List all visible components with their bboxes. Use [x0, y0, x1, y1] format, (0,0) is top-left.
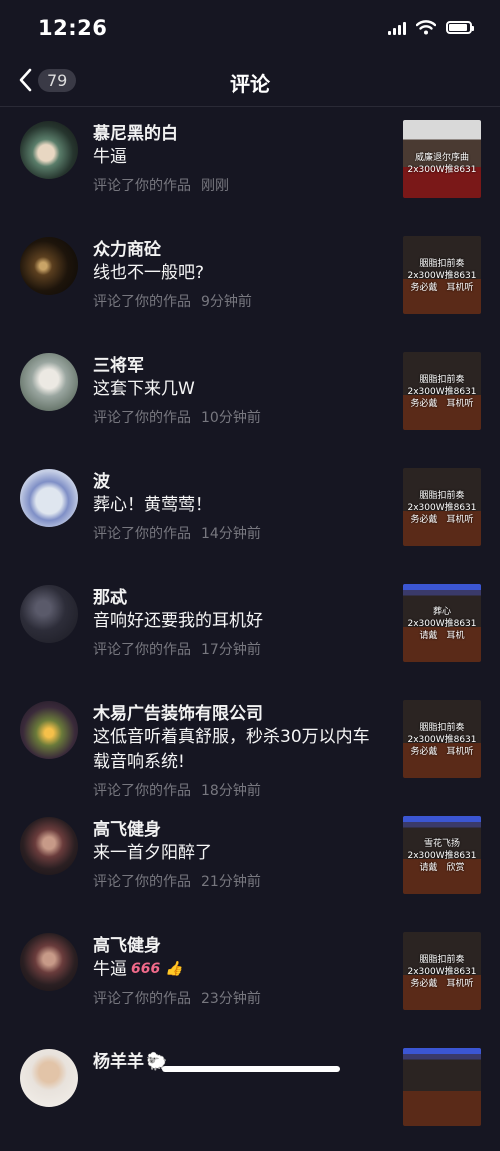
avatar[interactable]	[20, 817, 78, 875]
comment-item[interactable]: 波 葬心！黄莺莺！ 评论了你的作品 14分钟前 胭脂扣前奏 2x300W推8631…	[0, 455, 500, 571]
comment-item[interactable]: 三将军 这套下来几W 评论了你的作品 10分钟前 胭脂扣前奏 2x300W推863…	[0, 339, 500, 455]
thumbnail-caption: 威廉退尔序曲 2x300W推8631	[407, 153, 477, 175]
comment-item[interactable]: 慕尼黑的白 牛逼 评论了你的作品 刚刚 威廉退尔序曲 2x300W推8631	[0, 107, 500, 223]
commenter-name[interactable]: 那忒	[93, 583, 127, 608]
comment-text: 牛逼	[93, 147, 127, 167]
avatar[interactable]	[20, 1049, 78, 1107]
avatar[interactable]	[20, 353, 78, 411]
avatar[interactable]	[20, 121, 78, 179]
thumbnail-band	[403, 584, 481, 590]
wifi-icon	[416, 20, 436, 35]
comment-item[interactable]: 高飞健身 牛逼 666 👍 评论了你的作品 23分钟前 胭脂扣前奏 2x300W推8…	[0, 919, 500, 1035]
commenter-name[interactable]: 高飞健身	[93, 931, 161, 956]
avatar[interactable]	[20, 701, 78, 759]
cellular-signal-icon	[388, 21, 406, 35]
comment-item[interactable]: 众力商砼 线也不一般吧? 评论了你的作品 9分钟前 胭脂扣前奏 2x300W推86…	[0, 223, 500, 339]
comment-meta: 评论了你的作品 17分钟前	[93, 642, 261, 658]
commenter-name[interactable]: 波	[93, 467, 110, 492]
comment-item[interactable]: 高飞健身 来一首夕阳醉了 评论了你的作品 21分钟前 雪花飞扬 2x300W推86…	[0, 803, 500, 919]
avatar[interactable]	[20, 585, 78, 643]
comment-item[interactable]: 木易广告装饰有限公司 这低音听着真舒服，秒杀30万以内车载音响系统! 评论了你的…	[0, 687, 500, 803]
emoji-666-thumbs-up: 666 👍	[131, 961, 183, 977]
comment-meta: 评论了你的作品 14分钟前	[93, 526, 261, 542]
comment-meta: 评论了你的作品 10分钟前	[93, 410, 261, 426]
video-thumbnail[interactable]: 雪花飞扬 2x300W推8631 请戴 欣赏	[403, 816, 481, 894]
avatar[interactable]	[20, 237, 78, 295]
commenter-name[interactable]: 众力商砼	[93, 235, 161, 260]
page-title: 评论	[230, 72, 270, 96]
thumbnail-caption: 胭脂扣前奏 2x300W推8631 务必戴 耳机听	[407, 375, 477, 409]
comment-meta: 评论了你的作品 21分钟前	[93, 874, 261, 890]
thumbnail-caption: 胭脂扣前奏 2x300W推8631 务必戴 耳机听	[407, 723, 477, 757]
comment-item[interactable]: 杨羊羊 🐑	[0, 1035, 500, 1151]
comment-text: 这低音听着真舒服，秒杀30万以内车载音响系统!	[93, 727, 370, 772]
comment-text: 葬心！黄莺莺！	[93, 495, 212, 515]
video-thumbnail[interactable]: 葬心 2x300W推8631 请戴 耳机	[403, 584, 481, 662]
thumbnail-caption: 胭脂扣前奏 2x300W推8631 务必戴 耳机听	[407, 259, 477, 293]
commenter-name[interactable]: 慕尼黑的白	[93, 119, 178, 144]
nav-bar: 79 评论	[0, 58, 500, 107]
comment-meta: 评论了你的作品 9分钟前	[93, 294, 252, 310]
avatar[interactable]	[20, 469, 78, 527]
comment-text: 音响好还要我的耳机好	[93, 611, 263, 631]
video-thumbnail[interactable]: 胭脂扣前奏 2x300W推8631 务必戴 耳机听	[403, 700, 481, 778]
commenter-name[interactable]: 三将军	[93, 351, 144, 376]
video-thumbnail[interactable]: 威廉退尔序曲 2x300W推8631	[403, 120, 481, 198]
comment-item[interactable]: 那忒 音响好还要我的耳机好 评论了你的作品 17分钟前 葬心 2x300W推863…	[0, 571, 500, 687]
thumbnail-band	[403, 1048, 481, 1054]
comment-text: 这套下来几W	[93, 379, 195, 399]
avatar[interactable]	[20, 933, 78, 991]
comment-text: 线也不一般吧?	[93, 263, 205, 283]
comment-meta: 评论了你的作品 刚刚	[93, 178, 229, 194]
commenter-name[interactable]: 杨羊羊 🐑	[93, 1047, 167, 1072]
video-thumbnail[interactable]: 胭脂扣前奏 2x300W推8631 务必戴 耳机听	[403, 236, 481, 314]
video-thumbnail[interactable]: 胭脂扣前奏 2x300W推8631 务必戴 耳机听	[403, 932, 481, 1010]
thumbnail-caption: 胭脂扣前奏 2x300W推8631 务必戴 耳机听	[407, 491, 477, 525]
home-indicator[interactable]	[162, 1066, 340, 1072]
commenter-name[interactable]: 高飞健身	[93, 815, 161, 840]
thumbnail-caption: 葬心 2x300W推8631 请戴 耳机	[407, 607, 477, 641]
status-bar: 12:26	[0, 0, 500, 58]
video-thumbnail[interactable]: 胭脂扣前奏 2x300W推8631 务必戴 耳机听	[403, 468, 481, 546]
video-thumbnail[interactable]	[403, 1048, 481, 1126]
video-thumbnail[interactable]: 胭脂扣前奏 2x300W推8631 务必戴 耳机听	[403, 352, 481, 430]
comment-meta: 评论了你的作品 18分钟前	[93, 783, 261, 799]
comment-text: 牛逼 666 👍	[93, 957, 385, 983]
battery-icon	[446, 21, 474, 34]
thumbnail-caption: 胭脂扣前奏 2x300W推8631 务必戴 耳机听	[407, 955, 477, 989]
comment-list: 慕尼黑的白 牛逼 评论了你的作品 刚刚 威廉退尔序曲 2x300W推8631 众力…	[0, 107, 500, 1151]
thumbnail-band	[403, 816, 481, 822]
status-time: 12:26	[38, 16, 108, 40]
comment-text: 来一首夕阳醉了	[93, 843, 212, 863]
thumbnail-caption: 雪花飞扬 2x300W推8631 请戴 欣赏	[407, 839, 477, 873]
comment-meta: 评论了你的作品 23分钟前	[93, 991, 261, 1007]
commenter-name[interactable]: 木易广告装饰有限公司	[93, 699, 263, 724]
status-icons	[388, 20, 474, 35]
